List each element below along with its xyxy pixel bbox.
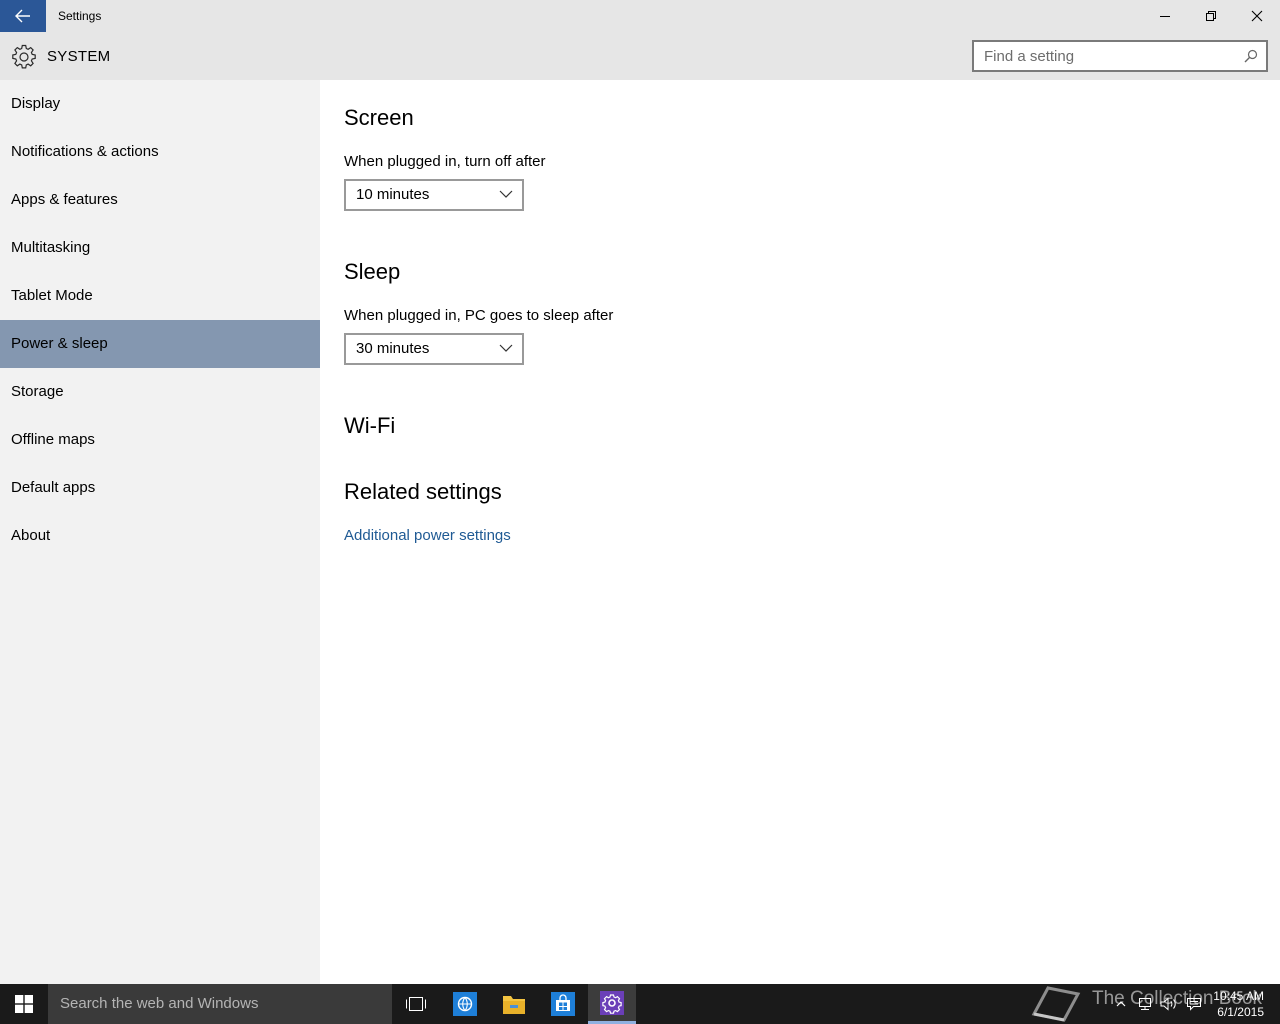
sidebar-item-default-apps[interactable]: Default apps: [0, 464, 320, 512]
store-button[interactable]: [539, 984, 587, 1024]
restore-button[interactable]: [1188, 0, 1234, 32]
edge-button[interactable]: [441, 984, 489, 1024]
sidebar-item-offline-maps[interactable]: Offline maps: [0, 416, 320, 464]
close-icon: [1251, 10, 1263, 22]
sidebar: Display Notifications & actions Apps & f…: [0, 80, 320, 984]
screen-timeout-value: 10 minutes: [356, 186, 430, 203]
sidebar-item-power-sleep[interactable]: Power & sleep: [0, 320, 320, 368]
search-input[interactable]: [974, 42, 1224, 70]
taskbar: Search the web and Windows The Collectio…: [0, 984, 1280, 1024]
store-icon: [551, 992, 575, 1016]
close-button[interactable]: [1234, 0, 1280, 32]
main-content: Screen When plugged in, turn off after 1…: [320, 80, 1280, 984]
settings-taskbar-button[interactable]: [588, 984, 636, 1024]
screen-timeout-dropdown[interactable]: 10 minutes: [344, 179, 524, 211]
sidebar-item-storage[interactable]: Storage: [0, 368, 320, 416]
action-center-button[interactable]: [1183, 984, 1205, 1024]
screen-heading: Screen: [344, 105, 414, 130]
sidebar-item-multitasking[interactable]: Multitasking: [0, 224, 320, 272]
find-setting-search[interactable]: [972, 40, 1268, 72]
sidebar-item-about[interactable]: About: [0, 512, 320, 560]
back-button[interactable]: [0, 0, 46, 32]
sidebar-item-display[interactable]: Display: [0, 80, 320, 128]
sleep-timeout-dropdown[interactable]: 30 minutes: [344, 333, 524, 365]
task-view-button[interactable]: [392, 984, 440, 1024]
clock-time: 10:45 AM: [1213, 989, 1264, 1003]
related-settings-heading: Related settings: [344, 479, 502, 504]
file-explorer-icon: [503, 996, 525, 1014]
minimize-button[interactable]: [1142, 0, 1188, 32]
file-explorer-button[interactable]: [490, 984, 538, 1024]
windows-logo-icon: [15, 995, 33, 1013]
screen-timeout-label: When plugged in, turn off after: [344, 153, 546, 170]
network-button[interactable]: [1134, 984, 1156, 1024]
sidebar-item-tablet-mode[interactable]: Tablet Mode: [0, 272, 320, 320]
start-button[interactable]: [0, 984, 48, 1024]
volume-button[interactable]: [1158, 984, 1180, 1024]
task-view-icon: [406, 997, 426, 1011]
additional-power-settings-link[interactable]: Additional power settings: [344, 527, 511, 544]
taskbar-clock[interactable]: 10:45 AM 6/1/2015: [1213, 988, 1264, 1020]
chevron-down-icon: [499, 190, 513, 198]
settings-header: SYSTEM: [0, 32, 1280, 80]
show-hidden-icons-button[interactable]: [1112, 984, 1130, 1024]
clock-date: 6/1/2015: [1217, 1005, 1264, 1019]
sleep-timeout-value: 30 minutes: [356, 340, 430, 357]
network-icon: [1139, 998, 1151, 1010]
edge-icon: [453, 992, 477, 1016]
back-arrow-icon: [15, 9, 30, 23]
sleep-timeout-label: When plugged in, PC goes to sleep after: [344, 307, 614, 324]
gear-icon: [12, 44, 36, 69]
search-icon[interactable]: [1244, 49, 1258, 63]
title-bar: Settings: [0, 0, 1280, 32]
chevron-up-icon: [1116, 1001, 1126, 1007]
restore-icon: [1206, 11, 1216, 21]
speaker-icon: [1160, 997, 1176, 1011]
chevron-down-icon: [499, 344, 513, 352]
sidebar-item-apps-features[interactable]: Apps & features: [0, 176, 320, 224]
wifi-heading: Wi-Fi: [344, 413, 396, 438]
taskbar-search-box[interactable]: Search the web and Windows: [48, 984, 392, 1024]
sidebar-item-notifications[interactable]: Notifications & actions: [0, 128, 320, 176]
minimize-icon: [1160, 16, 1170, 17]
settings-icon: [600, 990, 624, 1015]
section-title: SYSTEM: [47, 48, 111, 65]
action-center-icon: [1187, 998, 1201, 1011]
window-title: Settings: [58, 9, 102, 23]
sleep-heading: Sleep: [344, 259, 401, 284]
